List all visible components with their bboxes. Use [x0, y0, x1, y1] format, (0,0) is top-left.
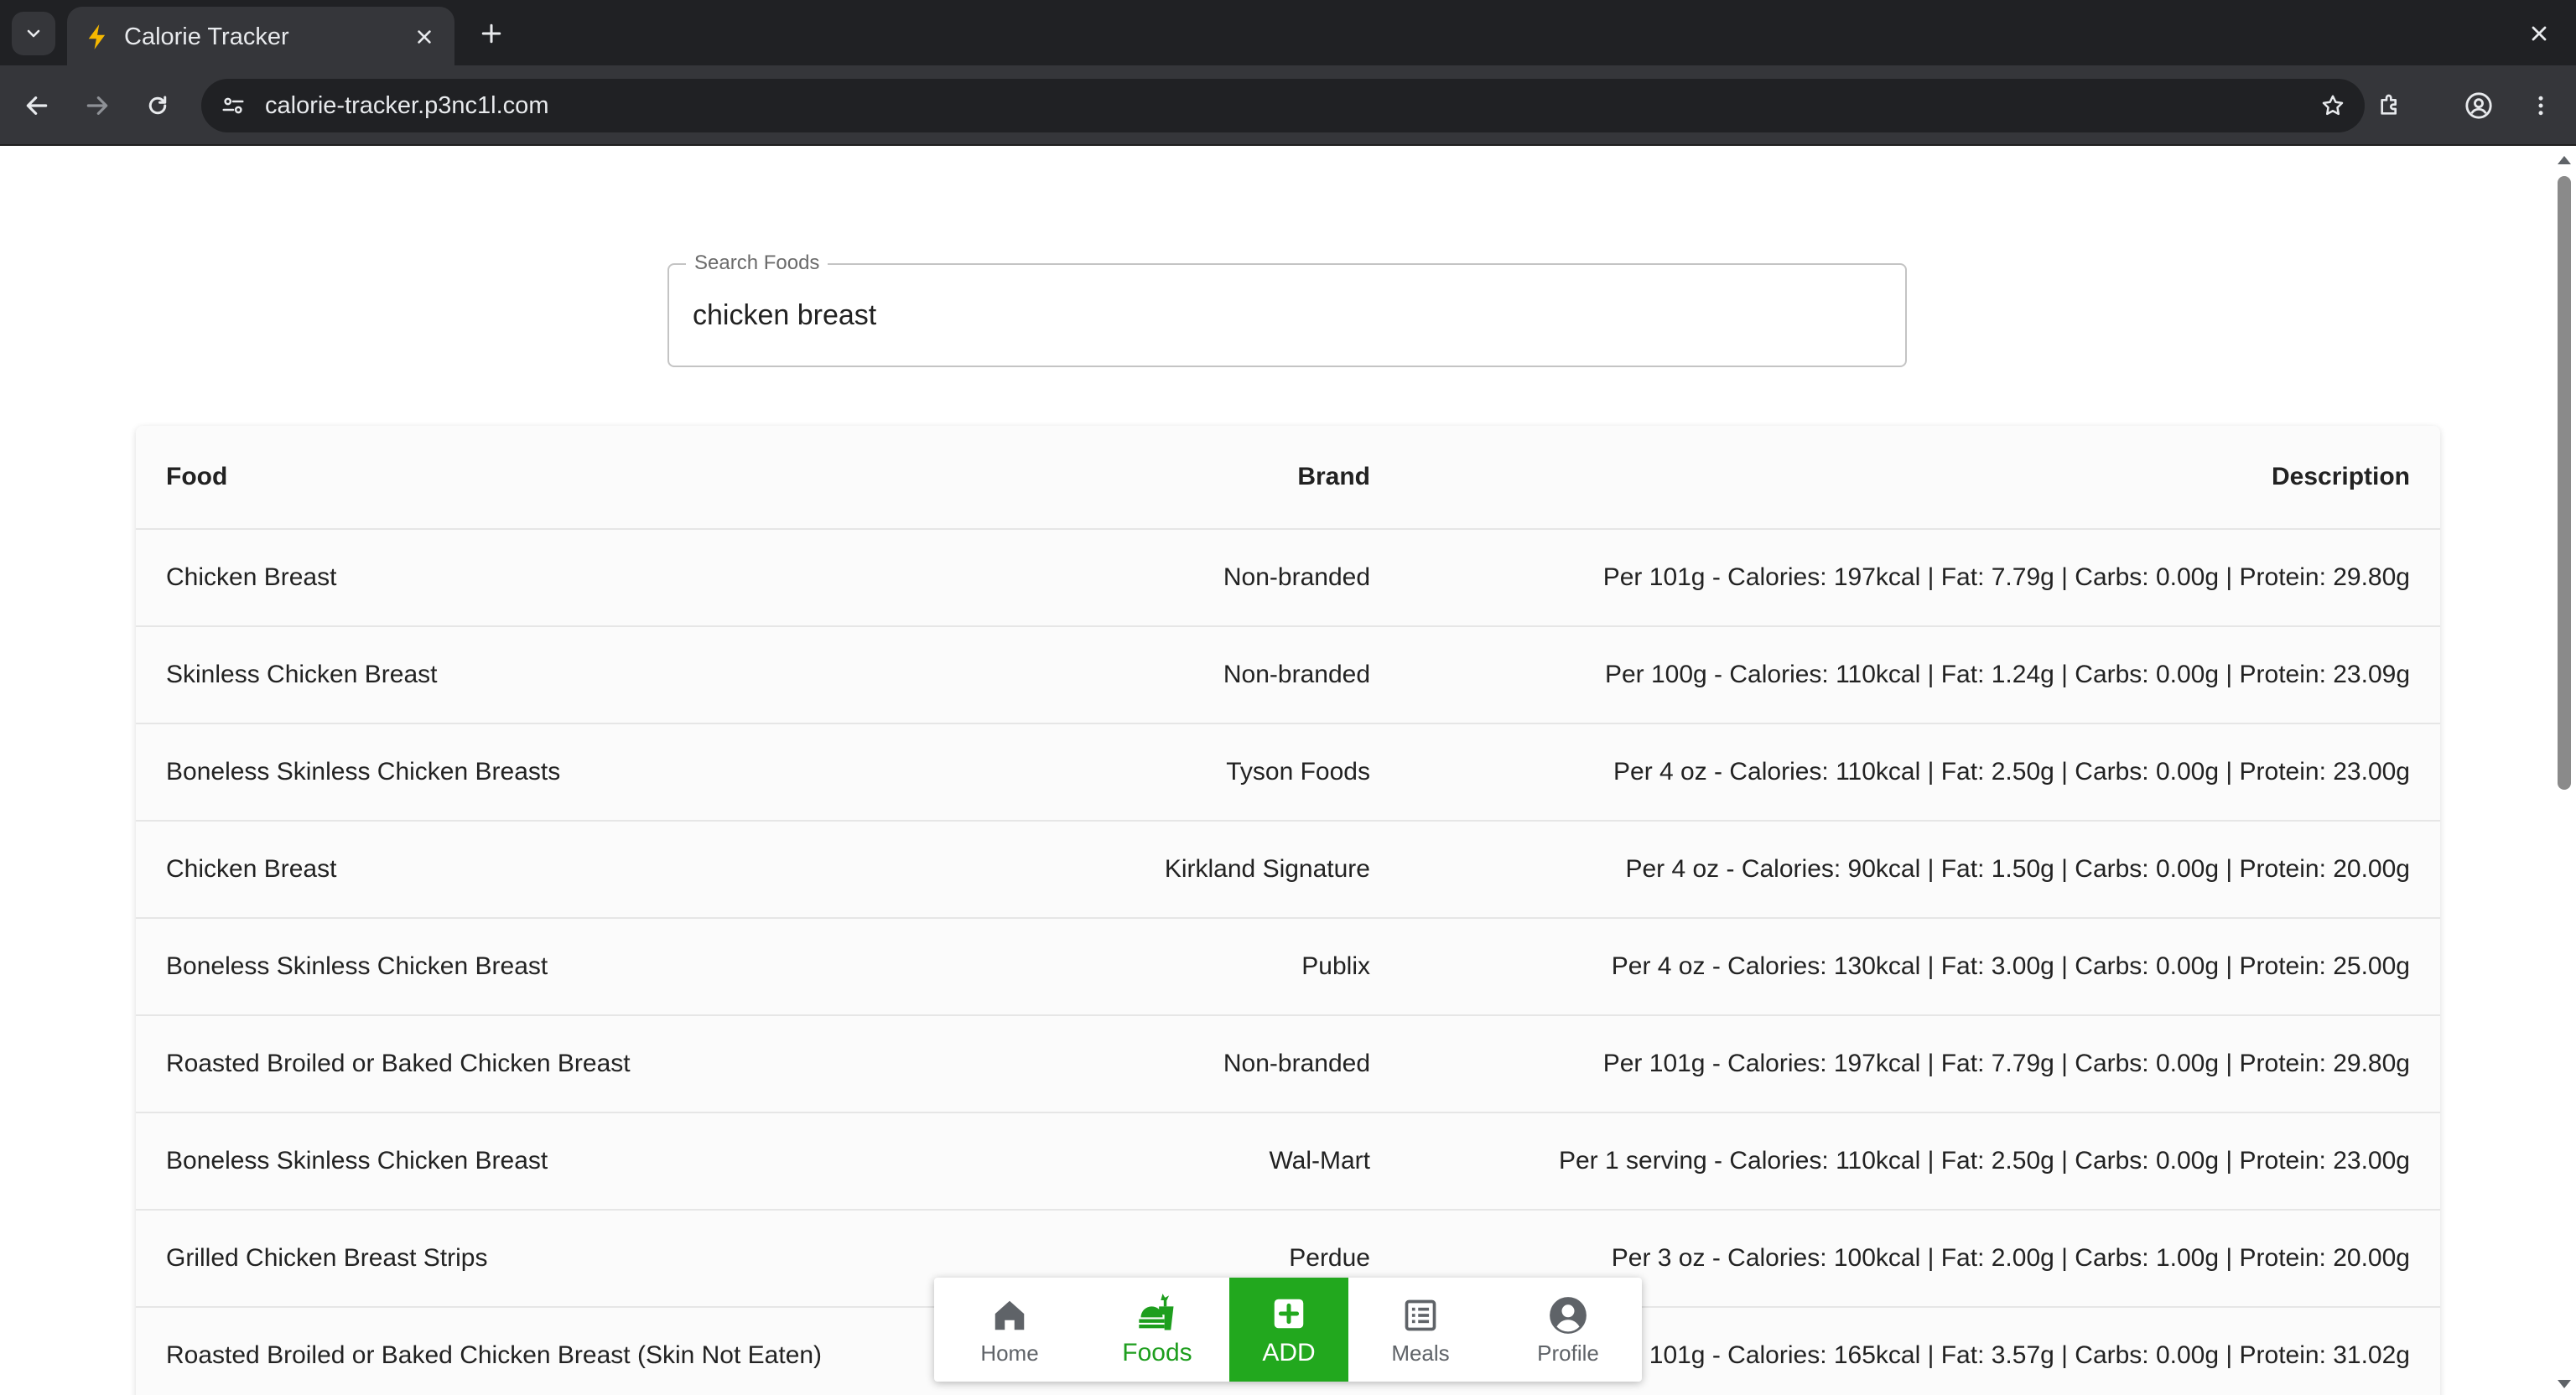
address-bar[interactable]: calorie-tracker.p3nc1l.com	[201, 79, 2365, 132]
food-brand: Non-branded	[1223, 1050, 1370, 1077]
home-icon	[988, 1294, 1031, 1337]
food-name: Boneless Skinless Chicken Breast	[166, 1147, 548, 1175]
scroll-down-arrow[interactable]	[2558, 1380, 2571, 1388]
food-brand: Non-branded	[1223, 563, 1370, 591]
food-description: Per 4 oz - Calories: 110kcal | Fat: 2.50…	[1613, 758, 2410, 786]
browser-tab[interactable]: Calorie Tracker	[67, 7, 454, 67]
nav-add-button[interactable]: ADD	[1229, 1278, 1348, 1382]
search-input[interactable]	[693, 295, 1867, 335]
food-name: Grilled Chicken Breast Strips	[166, 1244, 488, 1272]
food-description: Per 101g - Calories: 197kcal | Fat: 7.79…	[1602, 1050, 2410, 1077]
foods-table: Food Brand Description Chicken Breast No…	[136, 426, 2440, 1395]
url-text: calorie-tracker.p3nc1l.com	[265, 91, 549, 119]
new-tab-button[interactable]	[473, 15, 510, 52]
food-name: Roasted Broiled or Baked Chicken Breast …	[166, 1341, 823, 1369]
reload-button[interactable]	[136, 84, 179, 127]
search-label: Search Foods	[686, 252, 828, 275]
table-header-row: Food Brand Description	[136, 426, 2440, 530]
site-info-icon	[222, 97, 244, 114]
forward-icon	[86, 96, 108, 115]
nav-add-label: ADD	[1262, 1339, 1316, 1366]
nav-profile-label: Profile	[1537, 1340, 1599, 1366]
page-scrollbar[interactable]	[2551, 146, 2576, 1395]
lightning-icon	[88, 24, 106, 49]
food-name: Roasted Broiled or Baked Chicken Breast	[166, 1050, 631, 1077]
account-button[interactable]	[2459, 86, 2499, 126]
nav-profile[interactable]: Profile	[1509, 1278, 1627, 1382]
close-icon	[2532, 26, 2547, 41]
food-brand: Non-branded	[1223, 661, 1370, 688]
nav-meals[interactable]: Meals	[1362, 1278, 1479, 1382]
table-row[interactable]: Chicken Breast Kirkland Signature Per 4 …	[136, 822, 2440, 919]
food-name: Boneless Skinless Chicken Breast	[166, 952, 548, 980]
extensions-button[interactable]	[2370, 86, 2410, 126]
search-field[interactable]: Search Foods	[667, 252, 1907, 367]
column-header-description[interactable]: Description	[2272, 426, 2410, 528]
scroll-up-arrow[interactable]	[2558, 156, 2571, 164]
nav-home-label: Home	[980, 1340, 1039, 1366]
meals-icon	[1399, 1294, 1442, 1337]
column-header-brand[interactable]: Brand	[1297, 426, 1370, 528]
star-icon	[2322, 95, 2344, 116]
account-icon	[2465, 92, 2492, 119]
food-name: Skinless Chicken Breast	[166, 661, 438, 688]
back-button[interactable]	[15, 84, 59, 127]
food-description: Per 100g - Calories: 110kcal | Fat: 1.24…	[1604, 661, 2410, 688]
scroll-thumb[interactable]	[2558, 176, 2571, 790]
table-row[interactable]: Chicken Breast Non-branded Per 101g - Ca…	[136, 530, 2440, 627]
food-name: Chicken Breast	[166, 563, 337, 591]
food-name: Chicken Breast	[166, 855, 337, 883]
nav-meals-label: Meals	[1391, 1340, 1450, 1366]
more-button[interactable]	[2521, 86, 2561, 126]
table-row[interactable]: Boneless Skinless Chicken Breast Wal-Mar…	[136, 1113, 2440, 1211]
bottom-navigation: Home Foods ADD Meals Profile	[934, 1278, 1642, 1382]
forward-button[interactable]	[75, 84, 119, 127]
site-info-button[interactable]	[216, 89, 250, 122]
food-description: Per 1 serving - Calories: 110kcal | Fat:…	[1558, 1147, 2410, 1175]
nav-home[interactable]: Home	[951, 1278, 1068, 1382]
browser-toolbar: calorie-tracker.p3nc1l.com	[0, 65, 2576, 146]
food-brand: Publix	[1301, 952, 1370, 980]
food-description: Per 4 oz - Calories: 90kcal | Fat: 1.50g…	[1625, 855, 2410, 883]
food-description: Per 4 oz - Calories: 130kcal | Fat: 3.00…	[1611, 952, 2410, 980]
browser-tabstrip: Calorie Tracker	[0, 0, 2576, 67]
reload-icon	[148, 96, 167, 115]
column-header-food[interactable]: Food	[166, 426, 227, 528]
foods-icon	[1135, 1292, 1179, 1335]
add-icon	[1267, 1292, 1311, 1335]
nav-foods[interactable]: Foods	[1098, 1278, 1216, 1382]
tab-list-button[interactable]	[12, 12, 55, 55]
tab-close-button[interactable]	[409, 22, 439, 52]
table-row[interactable]: Boneless Skinless Chicken Breasts Tyson …	[136, 724, 2440, 822]
food-brand: Tyson Foods	[1226, 758, 1370, 786]
food-name: Boneless Skinless Chicken Breasts	[166, 758, 561, 786]
table-row[interactable]: Roasted Broiled or Baked Chicken Breast …	[136, 1016, 2440, 1113]
more-icon	[2538, 96, 2543, 116]
extensions-icon	[2381, 94, 2397, 115]
food-description: Per 3 oz - Calories: 100kcal | Fat: 2.00…	[1611, 1244, 2410, 1272]
profile-icon	[1546, 1294, 1590, 1337]
nav-foods-label: Foods	[1122, 1339, 1192, 1366]
page-viewport: Search Foods Food Brand Description Chic…	[0, 146, 2576, 1395]
food-description: Per 101g - Calories: 197kcal | Fat: 7.79…	[1602, 563, 2410, 591]
close-icon	[418, 30, 431, 44]
plus-icon	[481, 23, 501, 44]
back-icon	[26, 96, 48, 115]
food-brand: Kirkland Signature	[1164, 855, 1370, 883]
table-row[interactable]: Boneless Skinless Chicken Breast Publix …	[136, 919, 2440, 1016]
food-brand: Wal-Mart	[1269, 1147, 1370, 1175]
table-row[interactable]: Skinless Chicken Breast Non-branded Per …	[136, 627, 2440, 724]
window-close-button[interactable]	[2519, 13, 2559, 54]
chevron-down-icon	[27, 29, 40, 38]
bookmark-button[interactable]	[2318, 91, 2348, 121]
tab-title: Calorie Tracker	[124, 23, 289, 50]
food-description: Per 101g - Calories: 165kcal | Fat: 3.57…	[1602, 1341, 2410, 1369]
